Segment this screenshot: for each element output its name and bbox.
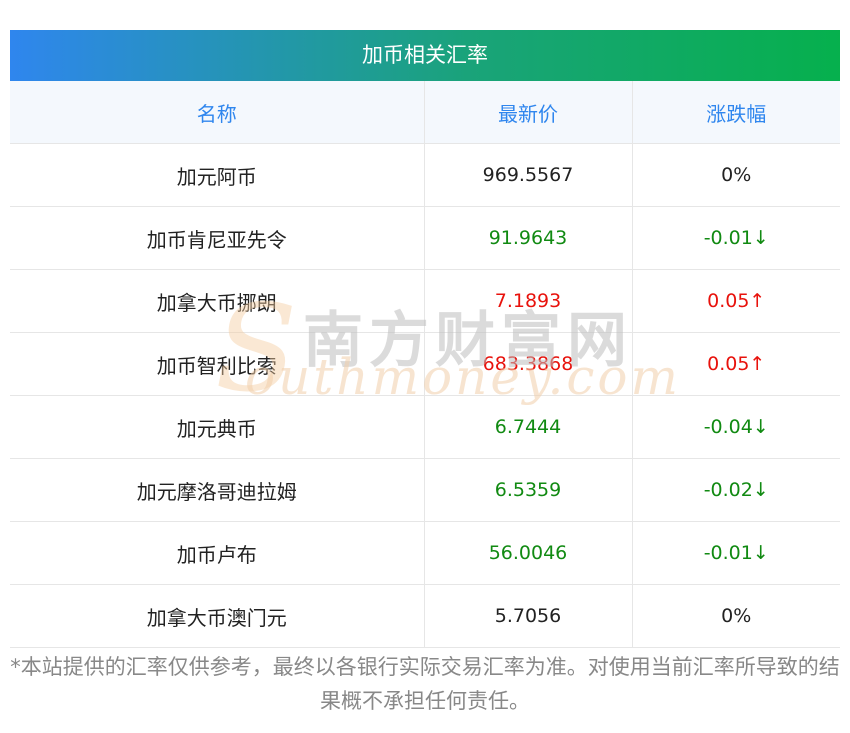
table-title: 加币相关汇率 [10,30,840,81]
table-row: 加币智利比索 683.3868 0.05↑ [10,332,840,396]
latest-price: 91.9643 [423,206,632,270]
table-row: 加拿大币挪朗 7.1893 0.05↑ [10,269,840,333]
change-percent: -0.01↓ [631,521,840,585]
table-row: 加币肯尼亚先令 91.9643 -0.01↓ [10,206,840,270]
disclaimer-text: *本站提供的汇率仅供参考，最终以各银行实际交易汇率为准。对使用当前汇率所导致的结… [10,655,840,713]
table-row: 加拿大币澳门元 5.7056 0% [10,584,840,648]
table-row: 加元摩洛哥迪拉姆 6.5359 -0.02↓ [10,458,840,522]
currency-name: 加拿大币挪朗 [10,269,424,333]
currency-name: 加币卢布 [10,521,424,585]
latest-price: 969.5567 [423,143,632,207]
change-percent: 0% [631,143,840,207]
change-percent: -0.04↓ [631,395,840,459]
column-header-name: 名称 [10,81,424,144]
currency-name: 加币智利比索 [10,332,424,396]
exchange-rate-table: 名称 最新价 涨跌幅 加元阿币 969.5567 0% 加币肯尼亚先令 91.9… [10,81,840,648]
table-row: 加元典币 6.7444 -0.04↓ [10,395,840,459]
currency-name: 加元摩洛哥迪拉姆 [10,458,424,522]
latest-price: 5.7056 [423,584,632,648]
change-percent: 0.05↑ [631,332,840,396]
column-header-change: 涨跌幅 [631,81,840,144]
change-percent: 0.05↑ [631,269,840,333]
latest-price: 6.7444 [423,395,632,459]
change-percent: 0% [631,584,840,648]
latest-price: 56.0046 [423,521,632,585]
change-percent: -0.01↓ [631,206,840,270]
table-row: 加币卢布 56.0046 -0.01↓ [10,521,840,585]
latest-price: 683.3868 [423,332,632,396]
currency-name: 加拿大币澳门元 [10,584,424,648]
table-header-row: 名称 最新价 涨跌幅 [10,81,840,144]
column-header-price: 最新价 [423,81,632,144]
change-percent: -0.02↓ [631,458,840,522]
exchange-rate-card: 加币相关汇率 名称 最新价 涨跌幅 加元阿币 969.5567 0% 加币肯尼亚… [10,30,840,648]
latest-price: 6.5359 [423,458,632,522]
currency-name: 加币肯尼亚先令 [10,206,424,270]
latest-price: 7.1893 [423,269,632,333]
currency-name: 加元典币 [10,395,424,459]
table-row: 加元阿币 969.5567 0% [10,143,840,207]
currency-name: 加元阿币 [10,143,424,207]
